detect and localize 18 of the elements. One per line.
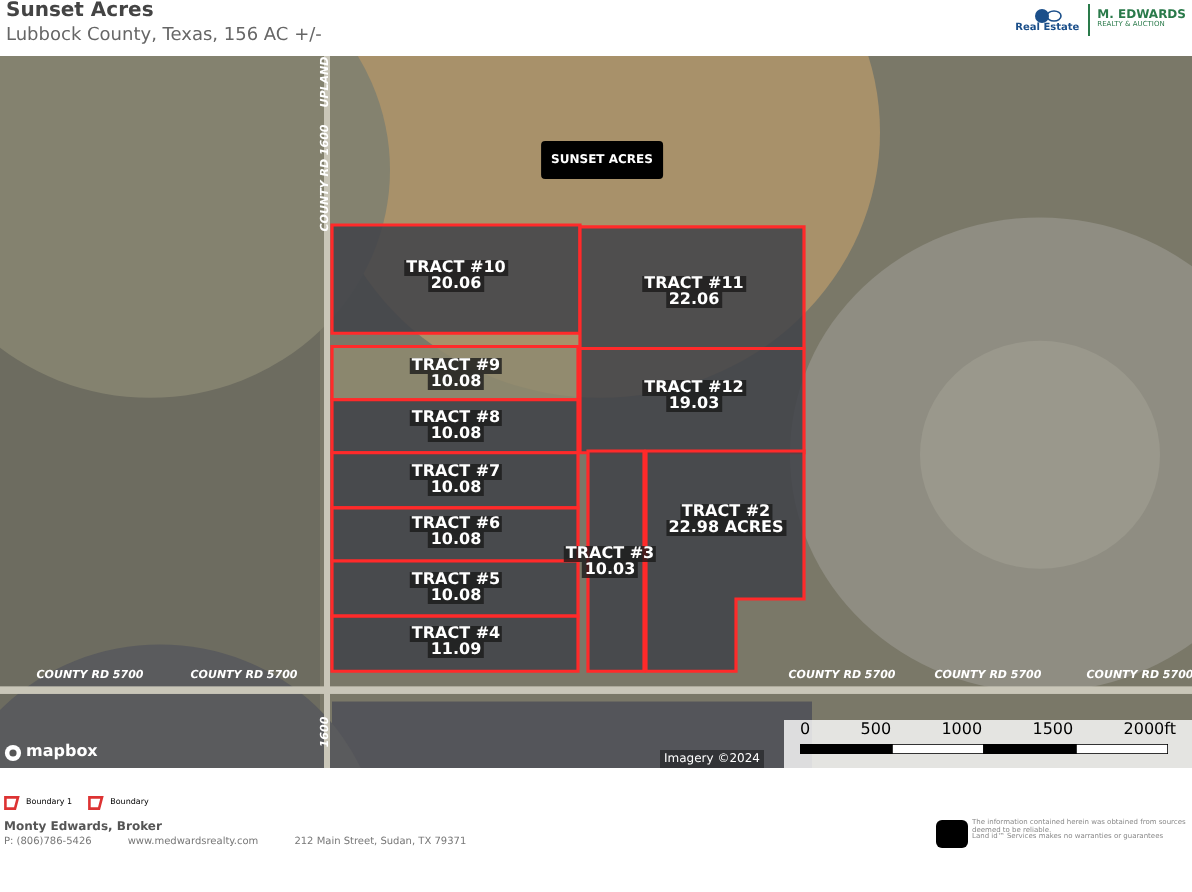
page-subtitle: Lubbock County, Texas, 156 AC +/- bbox=[6, 25, 322, 48]
tract-acreage: 10.08 bbox=[428, 426, 484, 443]
scale-label: 0 bbox=[800, 722, 811, 738]
tract-name: TRACT #8 bbox=[409, 410, 503, 427]
tract-acreage: 11.09 bbox=[428, 642, 484, 659]
tract-acreage: 20.06 bbox=[428, 276, 484, 293]
scale-label: 500 bbox=[860, 722, 892, 738]
map-attribution: mapbox bbox=[26, 740, 98, 764]
tract-acreage: 10.08 bbox=[428, 532, 484, 549]
page-title: Sunset Acres bbox=[6, 0, 156, 25]
scale-label: 1500 bbox=[1032, 722, 1074, 738]
tract-name: TRACT #4 bbox=[409, 626, 503, 643]
tract-name: TRACT #3 bbox=[563, 546, 657, 563]
tract-name: TRACT #10 bbox=[404, 260, 508, 277]
scale-label: 1000 bbox=[941, 722, 983, 738]
scale-label: 2000ft bbox=[1123, 722, 1176, 738]
tract-name: TRACT #6 bbox=[409, 516, 503, 533]
tract-acreage: 10.03 bbox=[582, 562, 638, 579]
